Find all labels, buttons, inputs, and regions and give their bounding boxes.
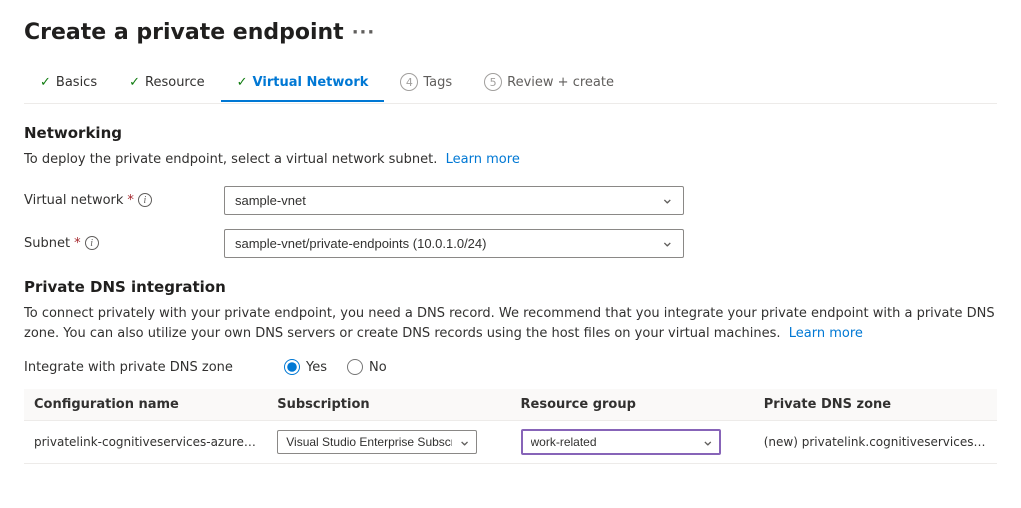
- table-row: privatelink-cognitiveservices-azure-c...…: [24, 421, 997, 464]
- subscription-select[interactable]: Visual Studio Enterprise Subscrip...: [277, 430, 477, 454]
- virtual-network-info-icon[interactable]: i: [138, 193, 152, 207]
- networking-description: To deploy the private endpoint, select a…: [24, 150, 997, 170]
- col-config-name: Configuration name: [24, 389, 267, 421]
- config-name-cell: privatelink-cognitiveservices-azure-c...: [24, 421, 267, 464]
- dns-yes-label: Yes: [306, 360, 327, 375]
- tags-number: 4: [400, 73, 418, 91]
- dns-yes-radio[interactable]: [284, 359, 300, 375]
- subnet-info-icon[interactable]: i: [85, 236, 99, 250]
- dns-learn-more-link[interactable]: Learn more: [789, 326, 863, 341]
- networking-learn-more-link[interactable]: Learn more: [446, 152, 520, 167]
- subnet-label: Subnet * i: [24, 236, 224, 251]
- page-title-text: Create a private endpoint: [24, 20, 344, 45]
- basics-check-icon: ✓: [40, 75, 51, 90]
- tab-review-create-label: Review + create: [507, 75, 614, 90]
- virtual-network-select-wrapper: sample-vnet: [224, 186, 684, 215]
- col-dns-zone: Private DNS zone: [754, 389, 997, 421]
- resource-check-icon: ✓: [129, 75, 140, 90]
- subscription-cell: Visual Studio Enterprise Subscrip...: [267, 421, 510, 464]
- virtual-network-required: *: [127, 193, 134, 208]
- review-number: 5: [484, 73, 502, 91]
- tab-virtual-network-label: Virtual Network: [253, 75, 369, 90]
- page-title: Create a private endpoint ···: [24, 20, 997, 45]
- col-subscription: Subscription: [267, 389, 510, 421]
- resource-group-select-wrapper: work-related: [521, 429, 721, 455]
- dns-no-option[interactable]: No: [347, 359, 387, 375]
- col-resource-group: Resource group: [511, 389, 754, 421]
- subnet-row: Subnet * i sample-vnet/private-endpoints…: [24, 229, 997, 258]
- tab-basics-label: Basics: [56, 75, 97, 90]
- tab-resource-label: Resource: [145, 75, 205, 90]
- dns-table-header-row: Configuration name Subscription Resource…: [24, 389, 997, 421]
- resource-group-cell: work-related: [511, 421, 754, 464]
- integrate-dns-label: Integrate with private DNS zone: [24, 360, 284, 375]
- tab-tags[interactable]: 4 Tags: [384, 63, 468, 103]
- tab-tags-label: Tags: [423, 75, 452, 90]
- tab-resource[interactable]: ✓ Resource: [113, 65, 221, 102]
- integrate-dns-options: Yes No: [284, 359, 387, 375]
- dns-zone-cell: (new) privatelink.cognitiveservices.az..…: [754, 421, 997, 464]
- subnet-select[interactable]: sample-vnet/private-endpoints (10.0.1.0/…: [224, 229, 684, 258]
- networking-title: Networking: [24, 124, 997, 142]
- tab-virtual-network[interactable]: ✓ Virtual Network: [221, 65, 385, 102]
- vnet-check-icon: ✓: [237, 75, 248, 90]
- virtual-network-select[interactable]: sample-vnet: [224, 186, 684, 215]
- networking-section: Networking To deploy the private endpoin…: [24, 124, 997, 258]
- dns-table: Configuration name Subscription Resource…: [24, 389, 997, 464]
- subnet-select-wrapper: sample-vnet/private-endpoints (10.0.1.0/…: [224, 229, 684, 258]
- virtual-network-row: Virtual network * i sample-vnet: [24, 186, 997, 215]
- subscription-select-wrapper: Visual Studio Enterprise Subscrip...: [277, 430, 477, 454]
- virtual-network-label: Virtual network * i: [24, 193, 224, 208]
- dns-no-radio[interactable]: [347, 359, 363, 375]
- tab-bar: ✓ Basics ✓ Resource ✓ Virtual Network 4 …: [24, 63, 997, 104]
- dns-section: Private DNS integration To connect priva…: [24, 278, 997, 465]
- tab-basics[interactable]: ✓ Basics: [24, 65, 113, 102]
- subnet-required: *: [74, 236, 81, 251]
- tab-review-create[interactable]: 5 Review + create: [468, 63, 630, 103]
- resource-group-select[interactable]: work-related: [521, 429, 721, 455]
- dns-section-title: Private DNS integration: [24, 278, 997, 296]
- dns-yes-option[interactable]: Yes: [284, 359, 327, 375]
- integrate-dns-row: Integrate with private DNS zone Yes No: [24, 359, 997, 375]
- dns-no-label: No: [369, 360, 387, 375]
- more-options-icon[interactable]: ···: [352, 22, 376, 43]
- dns-description: To connect privately with your private e…: [24, 304, 997, 346]
